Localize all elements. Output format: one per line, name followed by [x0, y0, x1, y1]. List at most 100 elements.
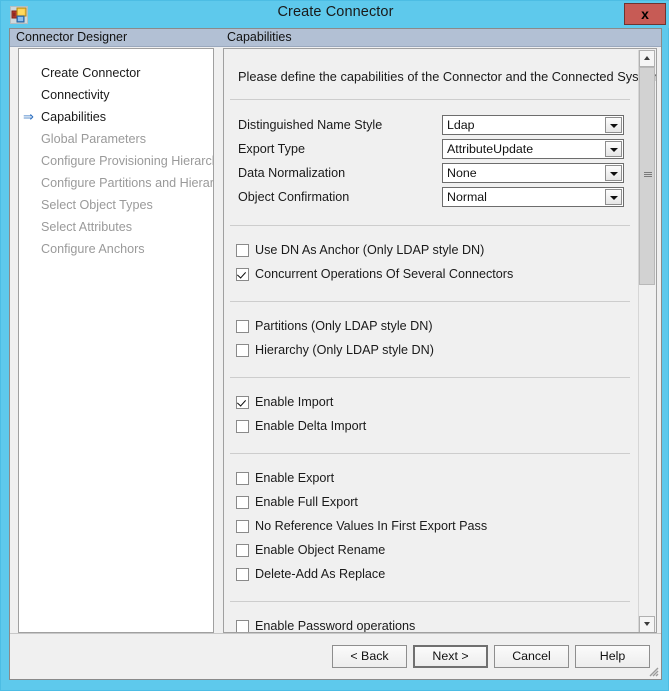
dropdown-distinguished-name-style[interactable]: Ldap	[442, 115, 624, 135]
checkbox-row[interactable]: Enable Full Export	[224, 493, 639, 517]
checkbox-label: Partitions (Only LDAP style DN)	[255, 319, 433, 333]
checkbox-partitions-only-ldap-style-dn[interactable]	[236, 320, 249, 333]
checkbox-row[interactable]: Enable Import	[224, 393, 639, 417]
section-divider	[230, 601, 630, 602]
checkbox-row[interactable]: Delete-Add As Replace	[224, 565, 639, 589]
checkbox-label: Use DN As Anchor (Only LDAP style DN)	[255, 243, 485, 257]
create-connector-window: Create Connector x Connector Designer Cr…	[0, 0, 669, 691]
field-label: Object Confirmation	[238, 190, 350, 204]
section-divider	[230, 225, 630, 226]
title-bar: Create Connector x	[1, 1, 669, 28]
checkbox-label: Enable Full Export	[255, 495, 358, 509]
dropdown-value: None	[447, 166, 477, 180]
sidebar-item-label: Connectivity	[41, 88, 110, 102]
checkbox-label: Enable Delta Import	[255, 419, 367, 433]
chevron-down-icon[interactable]	[605, 165, 622, 181]
checkbox-label: Delete-Add As Replace	[255, 567, 386, 581]
scroll-down-button[interactable]	[639, 616, 655, 632]
checkbox-label: Enable Import	[255, 395, 334, 409]
connector-designer-panel: Connector Designer Create Connector Conne…	[10, 29, 221, 634]
field-row: Distinguished Name Style Ldap	[224, 115, 639, 139]
checkbox-use-dn-as-anchor-only-ldap-style-dn[interactable]	[236, 244, 249, 257]
checkbox-row[interactable]: Concurrent Operations Of Several Connect…	[224, 265, 639, 289]
chevron-down-icon[interactable]	[605, 189, 622, 205]
vertical-scrollbar[interactable]	[638, 50, 655, 632]
dialog-client-area: Connector Designer Create Connector Conne…	[9, 28, 662, 680]
field-label: Data Normalization	[238, 166, 346, 180]
dialog-button-bar: < Back Next > Cancel Help	[10, 633, 661, 679]
checkbox-no-reference-values-in-first-export-pass[interactable]	[236, 520, 249, 533]
checkbox-row[interactable]: Use DN As Anchor (Only LDAP style DN)	[224, 241, 639, 265]
field-label: Distinguished Name Style	[238, 118, 383, 132]
dropdown-data-normalization[interactable]: None	[442, 163, 624, 183]
chevron-down-icon[interactable]	[605, 141, 622, 157]
sidebar-item-capabilities[interactable]: ⇒ Capabilities	[19, 106, 213, 128]
left-panel-header: Connector Designer	[10, 29, 221, 47]
checkbox-row[interactable]: Enable Object Rename	[224, 541, 639, 565]
dropdown-value: Ldap	[447, 118, 475, 132]
field-row: Data Normalization None	[224, 163, 639, 187]
sidebar-item-select-attributes: Select Attributes	[19, 216, 213, 238]
sidebar-item-label: Configure Partitions and Hierarchies	[41, 176, 214, 190]
sidebar-item-configure-anchors: Configure Anchors	[19, 238, 213, 260]
checkbox-enable-password-operations[interactable]	[236, 620, 249, 632]
checkbox-enable-full-export[interactable]	[236, 496, 249, 509]
intro-text: Please define the capabilities of the Co…	[238, 69, 657, 84]
sidebar-item-label: Create Connector	[41, 66, 141, 80]
section-divider	[230, 453, 630, 454]
right-panel-header-label: Capabilities	[227, 30, 292, 44]
resize-grip-icon[interactable]	[646, 664, 659, 677]
checkbox-row[interactable]: Enable Password operations	[224, 617, 639, 632]
sidebar-item-create-connector[interactable]: Create Connector	[19, 62, 213, 84]
scrollbar-grip-icon	[644, 172, 652, 178]
dropdown-object-confirmation[interactable]: Normal	[442, 187, 624, 207]
checkbox-enable-object-rename[interactable]	[236, 544, 249, 557]
scroll-up-button[interactable]	[639, 50, 655, 67]
checkbox-enable-export[interactable]	[236, 472, 249, 485]
checkbox-label: No Reference Values In First Export Pass	[255, 519, 488, 533]
sidebar-item-label: Select Object Types	[41, 198, 153, 212]
sidebar-item-configure-partitions-and-hierarchies: Configure Partitions and Hierarchies	[19, 172, 213, 194]
checkbox-row[interactable]: Hierarchy (Only LDAP style DN)	[224, 341, 639, 365]
close-icon[interactable]: x	[624, 3, 666, 25]
next-button[interactable]: Next >	[413, 645, 488, 668]
field-row: Object Confirmation Normal	[224, 187, 639, 211]
dropdown-value: Normal	[447, 190, 487, 204]
back-button[interactable]: < Back	[332, 645, 407, 668]
checkbox-enable-delta-import[interactable]	[236, 420, 249, 433]
sidebar-item-connectivity[interactable]: Connectivity	[19, 84, 213, 106]
help-button[interactable]: Help	[575, 645, 650, 668]
sidebar-item-label: Global Parameters	[41, 132, 146, 146]
field-row: Export Type AttributeUpdate	[224, 139, 639, 163]
window-title: Create Connector	[277, 4, 394, 20]
sidebar-item-label: Capabilities	[41, 110, 107, 124]
checkbox-label: Concurrent Operations Of Several Connect…	[255, 267, 514, 281]
field-label: Export Type	[238, 142, 305, 156]
checkbox-concurrent-operations-of-several-connectors[interactable]	[236, 268, 249, 281]
capabilities-content: Please define the capabilities of the Co…	[224, 49, 656, 632]
wizard-step-list[interactable]: Create Connector Connectivity ⇒ Capabilitie…	[18, 48, 214, 633]
checkbox-row[interactable]: Enable Export	[224, 469, 639, 493]
section-divider	[230, 99, 630, 100]
section-divider	[230, 377, 630, 378]
checkbox-label: Enable Object Rename	[255, 543, 386, 557]
checkbox-row[interactable]: Partitions (Only LDAP style DN)	[224, 317, 639, 341]
sidebar-item-global-parameters: Global Parameters	[19, 128, 213, 150]
sidebar-item-label: Configure Anchors	[41, 242, 145, 256]
checkbox-label: Hierarchy (Only LDAP style DN)	[255, 343, 434, 357]
sidebar-item-label: Configure Provisioning Hierarchy	[41, 154, 214, 168]
scrollbar-thumb[interactable]	[639, 67, 655, 285]
checkbox-row[interactable]: Enable Delta Import	[224, 417, 639, 441]
checkbox-enable-import[interactable]	[236, 396, 249, 409]
dropdown-value: AttributeUpdate	[447, 142, 534, 156]
checkbox-hierarchy-only-ldap-style-dn[interactable]	[236, 344, 249, 357]
checkbox-delete-add-as-replace[interactable]	[236, 568, 249, 581]
checkbox-row[interactable]: No Reference Values In First Export Pass	[224, 517, 639, 541]
sidebar-item-select-object-types: Select Object Types	[19, 194, 213, 216]
checkbox-label: Enable Export	[255, 471, 335, 485]
left-panel-header-label: Connector Designer	[16, 30, 128, 44]
cancel-button[interactable]: Cancel	[494, 645, 569, 668]
capabilities-scroll-frame: Please define the capabilities of the Co…	[223, 48, 657, 633]
chevron-down-icon[interactable]	[605, 117, 622, 133]
dropdown-export-type[interactable]: AttributeUpdate	[442, 139, 624, 159]
